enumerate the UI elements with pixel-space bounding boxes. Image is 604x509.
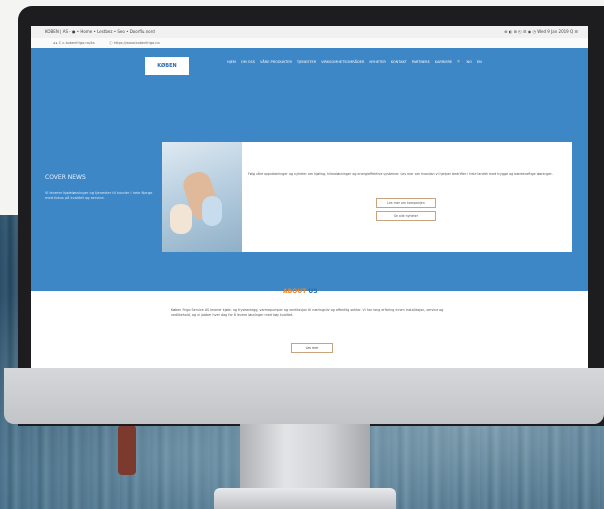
nav-item[interactable]: HJEM (227, 60, 236, 64)
monitor-stand-neck (240, 424, 370, 490)
background-person (118, 425, 136, 475)
lang-no[interactable]: NO (467, 60, 472, 64)
browser-tab[interactable]: KOBEN | AS - ● • Home • Lestbez • Seo • … (45, 29, 155, 34)
campaign-button[interactable]: Les mer om kampanjen (376, 198, 436, 208)
read-more-button[interactable]: Les mer (291, 343, 333, 353)
about-text: Køben Frigo Service AS leverer kjøle- og… (171, 308, 444, 317)
main-nav: HJEM OM OSS VÅRE PRODUKTER TJENESTER VIR… (227, 60, 482, 64)
system-status: ⊕ ◐ ⊞ ◴ ☰ ◉ ◷ Wed 9 Jan 2019 Q ☰ (504, 29, 578, 34)
nav-item[interactable]: OM OSS (241, 60, 255, 64)
hero-title: COVER NEWS (45, 174, 86, 181)
photo-figure (202, 196, 222, 226)
about-title-word-1: ABOUT (283, 288, 307, 295)
search-icon[interactable]: 🔍 (457, 60, 461, 64)
nav-item[interactable]: NYHETER (369, 60, 385, 64)
monitor-screen: KOBEN | AS - ● • Home • Lestbez • Seo • … (31, 26, 588, 368)
news-card-text: Følg våre oppdateringer og nyheter om kj… (248, 172, 553, 176)
nav-item[interactable]: PARTNERE (412, 60, 430, 64)
photo-figure (170, 204, 192, 234)
nav-item[interactable]: TJENESTER (297, 60, 316, 64)
news-card-image (162, 142, 242, 252)
site-logo[interactable]: KØBEN (145, 57, 189, 75)
about-title: ABOUT US (283, 288, 318, 295)
url-field[interactable]: ◂ ▸ C ⌂ kobenfrigo.no/ks (53, 41, 95, 45)
about-title-word-2: US (308, 288, 318, 295)
nav-item[interactable]: KONTAKT (391, 60, 407, 64)
monitor-stand-base (214, 488, 396, 509)
url-secure[interactable]: ⓘ https://www.kobenfrigo.no (109, 41, 160, 46)
nav-item[interactable]: VÅRE PRODUKTER (260, 60, 292, 64)
hero-description: Vi leverer kjøleløsninger og tjenester t… (45, 191, 153, 200)
lang-en[interactable]: EN (477, 60, 482, 64)
nav-item[interactable]: VIRKSOMHETSOMRÅDER (321, 60, 364, 64)
hero-section: KØBEN HJEM OM OSS VÅRE PRODUKTER TJENEST… (31, 48, 588, 291)
news-card: Følg våre oppdateringer og nyheter om kj… (162, 142, 572, 252)
monitor-chin (4, 368, 604, 424)
nav-item[interactable]: KARRIERE (435, 60, 452, 64)
all-news-button[interactable]: Se alle nyheter (376, 211, 436, 221)
